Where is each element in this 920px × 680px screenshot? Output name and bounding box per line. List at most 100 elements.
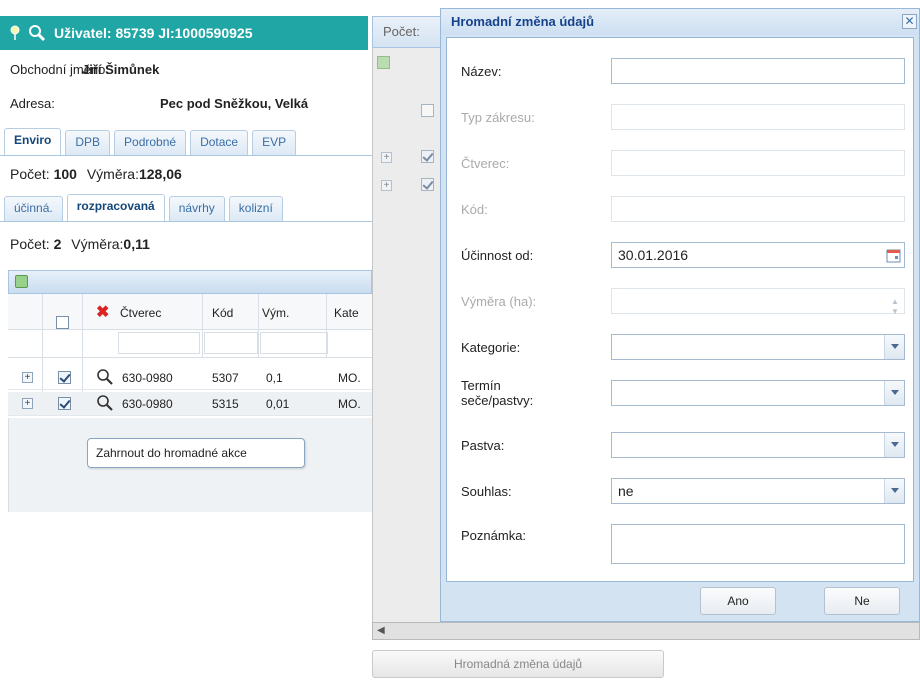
tab-navrhy[interactable]: návrhy — [168, 196, 225, 221]
tab-ucinna[interactable]: účinná. — [4, 196, 63, 221]
yes-button[interactable]: Ano — [700, 587, 776, 615]
scroll-left-icon[interactable]: ◀ — [377, 625, 385, 636]
area-label: Výměra: — [86, 166, 139, 182]
select-pastva[interactable] — [611, 432, 905, 458]
main-tabs: Enviro DPB Podrobné Dotace EVP — [0, 128, 372, 156]
select-souhlas[interactable]: ne — [611, 478, 905, 504]
tab-podrobne[interactable]: Podrobné — [114, 130, 187, 155]
label-nazev: Název: — [461, 64, 502, 79]
input-kod — [611, 196, 905, 222]
count-label: Počet: — [10, 166, 50, 182]
select-kategorie[interactable] — [611, 334, 905, 360]
back-select-all-checkbox[interactable] — [421, 104, 434, 117]
input-nazev[interactable] — [611, 58, 905, 84]
cell-ctverec: 630-0980 — [122, 371, 173, 385]
label-termin-line2: seče/pastvy: — [461, 393, 534, 408]
input-ctverec — [611, 150, 905, 176]
ucinnost-value: 30.01.2016 — [618, 247, 689, 263]
expand-icon[interactable]: + — [381, 180, 392, 191]
label-kategorie: Kategorie: — [461, 340, 521, 355]
cell-ctverec: 630-0980 — [122, 397, 173, 411]
bulk-edit-dialog: Hromadní změna údajů ✕ Název: Typ zákres… — [440, 8, 920, 622]
zoom-icon[interactable] — [96, 394, 114, 415]
label-souhlas: Souhlas: — [461, 484, 512, 499]
label-termin: Termín seče/pastvy: — [461, 378, 533, 408]
tab-evp[interactable]: EVP — [252, 130, 297, 155]
grid-toolbar-icon[interactable] — [15, 275, 28, 288]
no-button[interactable]: Ne — [824, 587, 900, 615]
business-name-value: Jiří Šimůnek — [82, 62, 160, 77]
back-row-checkbox[interactable] — [421, 178, 434, 191]
label-typ-zakresu: Typ zákresu: — [461, 110, 535, 125]
label-ctverec: Čtverec: — [461, 156, 510, 171]
chevron-down-icon[interactable] — [884, 381, 904, 405]
table-row[interactable]: + 630-0980 5315 0,01 MO. — [8, 392, 372, 416]
souhlas-value: ne — [618, 483, 634, 499]
chevron-down-icon[interactable] — [884, 335, 904, 359]
label-termin-line1: Termín — [461, 378, 501, 393]
spinner-icon: ▲ ▼ — [891, 297, 899, 316]
col-ctverec[interactable]: Čtverec — [120, 306, 161, 320]
bulk-change-button[interactable]: Hromadná změna údajů — [372, 650, 664, 678]
expand-icon[interactable]: + — [22, 398, 33, 409]
cell-vym: 0,01 — [266, 397, 290, 411]
dialog-form: Název: Typ zákresu: Čtverec: Kód: Účinno… — [446, 37, 914, 582]
count-value: 100 — [53, 166, 77, 182]
tab-dpb[interactable]: DPB — [65, 130, 111, 155]
textarea-poznamka[interactable] — [611, 524, 905, 564]
col-kate[interactable]: Kate — [334, 306, 359, 320]
cell-kod: 5307 — [212, 371, 239, 385]
left-panel: Uživatel: 85739 JI:1000590925 Obchodní j… — [0, 0, 372, 680]
label-kod: Kód: — [461, 202, 488, 217]
filter-ctverec[interactable] — [118, 332, 200, 354]
close-icon[interactable]: ✕ — [902, 14, 917, 29]
expand-icon[interactable]: + — [22, 372, 33, 383]
label-pastva: Pastva: — [461, 438, 505, 453]
label-vymera: Výměra (ha): — [461, 294, 537, 309]
grid-toolbar — [8, 270, 372, 294]
grid-filter-row — [8, 330, 372, 358]
business-name-row: Obchodní jméno:Jiří Šimůnek — [10, 62, 159, 77]
area-label: Výměra: — [71, 236, 124, 252]
calendar-icon[interactable] — [886, 247, 902, 263]
cell-vym: 0,1 — [266, 371, 283, 385]
user-header: Uživatel: 85739 JI:1000590925 — [0, 16, 368, 50]
cell-kat: MO. — [338, 397, 361, 411]
delete-icon[interactable]: ✖ — [96, 302, 109, 322]
filter-vym[interactable] — [260, 332, 328, 354]
select-termin[interactable] — [611, 380, 905, 406]
tab-rozpracovana[interactable]: rozpracovaná — [66, 194, 165, 221]
user-title: Uživatel: 85739 JI:1000590925 — [54, 25, 253, 41]
select-all-checkbox[interactable] — [56, 316, 69, 329]
input-typ-zakresu — [611, 104, 905, 130]
tab-kolizni[interactable]: kolizní — [228, 196, 283, 221]
col-vym[interactable]: Vým. — [262, 306, 289, 320]
search-icon[interactable] — [28, 24, 46, 42]
back-toolbar-icon — [377, 56, 390, 69]
address-value: Pec pod Sněžkou, Velká — [160, 96, 309, 111]
tab-enviro[interactable]: Enviro — [4, 128, 62, 155]
cell-kod: 5315 — [212, 397, 239, 411]
expand-icon[interactable]: + — [381, 152, 392, 163]
grid-header: ✖ Čtverec Kód Vým. Kate — [8, 294, 372, 330]
dialog-footer: Ano Ne — [446, 585, 914, 619]
chevron-down-icon[interactable] — [884, 433, 904, 457]
address-label: Adresa: — [10, 96, 55, 111]
row-checkbox[interactable] — [58, 397, 71, 410]
horizontal-scrollbar[interactable]: ◀ — [372, 622, 920, 640]
area-value: 128,06 — [138, 166, 182, 182]
table-row[interactable]: + 630-0980 5307 0,1 MO. — [8, 366, 372, 390]
row-checkbox[interactable] — [58, 371, 71, 384]
back-row-checkbox[interactable] — [421, 150, 434, 163]
chevron-down-icon[interactable] — [884, 479, 904, 503]
zoom-icon[interactable] — [96, 368, 114, 389]
back-grid: + + — [372, 48, 444, 628]
summary-total: Počet: 100 Výměra:128,06 — [10, 166, 182, 182]
input-ucinnost[interactable]: 30.01.2016 — [611, 242, 905, 268]
tab-dotace[interactable]: Dotace — [190, 130, 249, 155]
area-value: 0,11 — [123, 236, 150, 252]
col-kod[interactable]: Kód — [212, 306, 233, 320]
cell-kat: MO. — [338, 371, 361, 385]
filter-kod[interactable] — [204, 332, 258, 354]
pin-icon — [10, 25, 20, 41]
